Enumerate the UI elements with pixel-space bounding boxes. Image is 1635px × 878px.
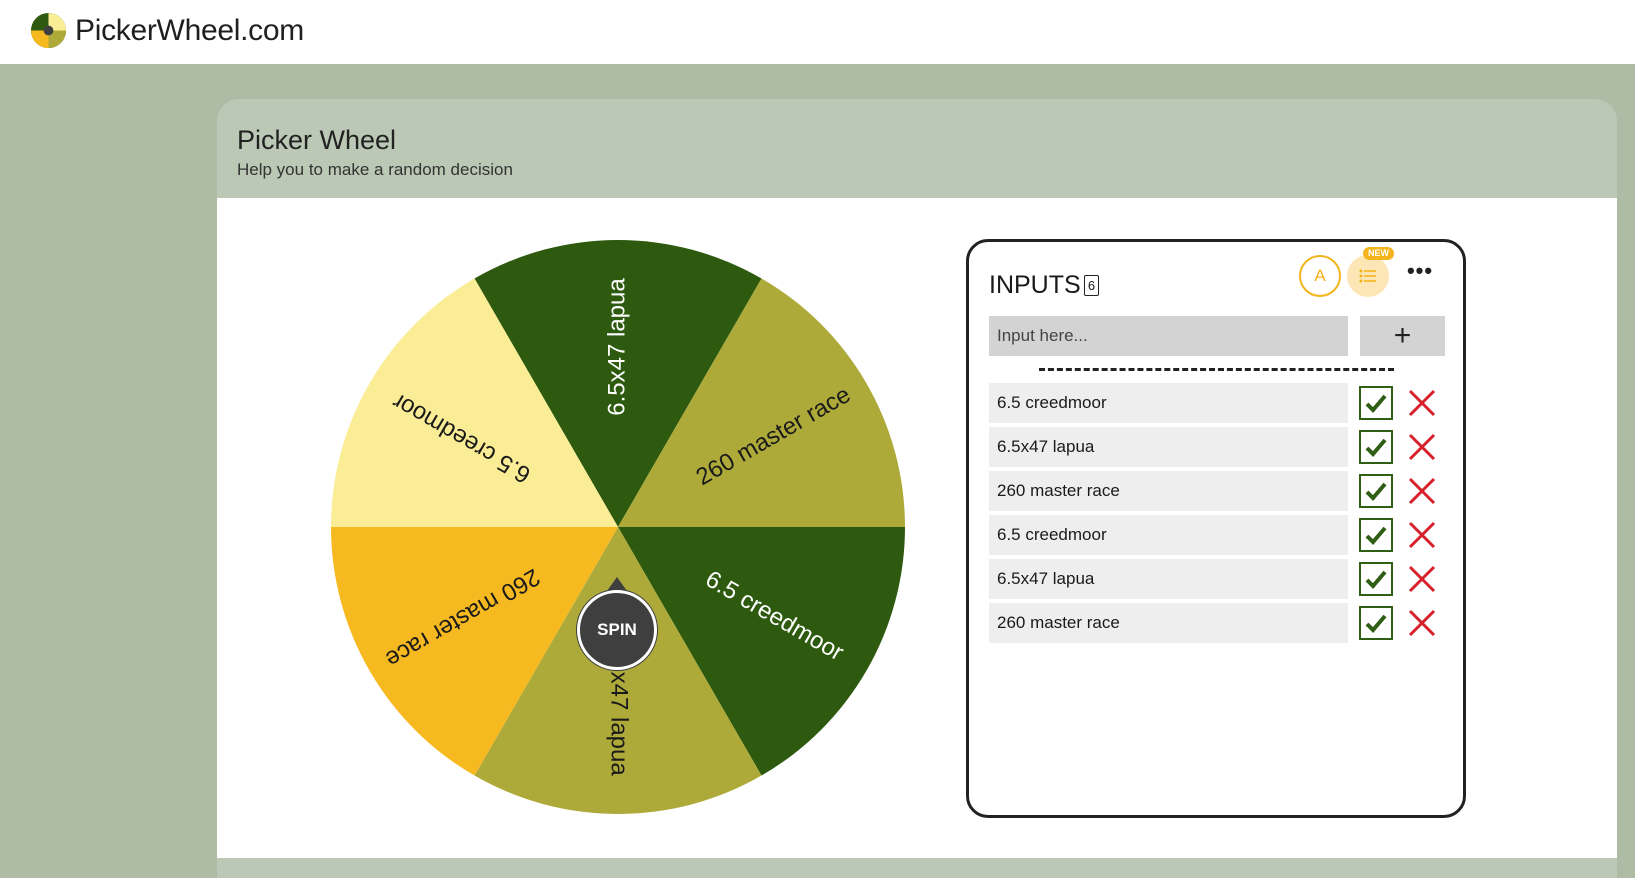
dashed-divider — [1039, 368, 1394, 371]
page-subtitle: Help you to make a random decision — [237, 160, 513, 179]
entry-input[interactable] — [989, 316, 1348, 356]
close-icon — [1408, 609, 1436, 637]
inputs-count-badge: 6 — [1084, 275, 1099, 296]
card-footer-strip — [217, 858, 1617, 878]
entry-enable-checkbox[interactable] — [1359, 474, 1393, 508]
remove-entry-button[interactable] — [1405, 386, 1439, 420]
spin-button[interactable]: SPIN — [577, 590, 657, 670]
remove-entry-button[interactable] — [1405, 430, 1439, 464]
remove-entry-button[interactable] — [1405, 606, 1439, 640]
entry-item[interactable]: 260 master race — [989, 471, 1348, 511]
checkmark-icon — [1365, 482, 1387, 501]
close-icon — [1408, 565, 1436, 593]
close-icon — [1408, 433, 1436, 461]
wheel-pointer — [607, 577, 627, 591]
inputs-panel: INPUTS 6 A NEW ••• + 6.5 creedmoor 6.5x4… — [966, 239, 1466, 818]
entry-item[interactable]: 260 master race — [989, 603, 1348, 643]
brand-name[interactable]: PickerWheel.com — [75, 12, 304, 50]
checkmark-icon — [1365, 526, 1387, 545]
add-entry-button[interactable]: + — [1360, 316, 1445, 356]
entry-enable-checkbox[interactable] — [1359, 606, 1393, 640]
top-bar: PickerWheel.com — [0, 0, 1635, 64]
entry-enable-checkbox[interactable] — [1359, 430, 1393, 464]
remove-entry-button[interactable] — [1405, 518, 1439, 552]
entry-enable-checkbox[interactable] — [1359, 518, 1393, 552]
close-icon — [1408, 389, 1436, 417]
pickerwheel-logo-icon[interactable] — [30, 12, 67, 49]
checkmark-icon — [1365, 614, 1387, 633]
entry-enable-checkbox[interactable] — [1359, 562, 1393, 596]
picker-wheel-card: Picker Wheel Help you to make a random d… — [217, 99, 1617, 878]
close-icon — [1408, 521, 1436, 549]
close-icon — [1408, 477, 1436, 505]
new-badge: NEW — [1363, 247, 1394, 260]
remove-entry-button[interactable] — [1405, 562, 1439, 596]
page-title: Picker Wheel — [237, 125, 397, 155]
picker-wheel[interactable]: 6.5x47 lapua 260 master race 6.5 creedmoor… — [327, 236, 909, 818]
checkmark-icon — [1365, 438, 1387, 457]
remove-entry-button[interactable] — [1405, 474, 1439, 508]
list-icon — [1359, 269, 1376, 283]
entry-item[interactable]: 6.5x47 lapua — [989, 559, 1348, 599]
inputs-title: INPUTS — [989, 271, 1081, 299]
entry-item[interactable]: 6.5 creedmoor — [989, 515, 1348, 555]
entry-enable-checkbox[interactable] — [1359, 386, 1393, 420]
list-mode-button[interactable] — [1347, 255, 1389, 297]
entry-item[interactable]: 6.5x47 lapua — [989, 427, 1348, 467]
wheel-slice-label: 6.5x47 lapua — [603, 278, 630, 416]
text-mode-button[interactable]: A — [1299, 255, 1341, 297]
checkmark-icon — [1365, 570, 1387, 589]
checkmark-icon — [1365, 394, 1387, 413]
tool-body: 6.5x47 lapua 260 master race 6.5 creedmoor… — [217, 198, 1617, 858]
more-options-button[interactable]: ••• — [1405, 260, 1435, 290]
entry-item[interactable]: 6.5 creedmoor — [989, 383, 1348, 423]
